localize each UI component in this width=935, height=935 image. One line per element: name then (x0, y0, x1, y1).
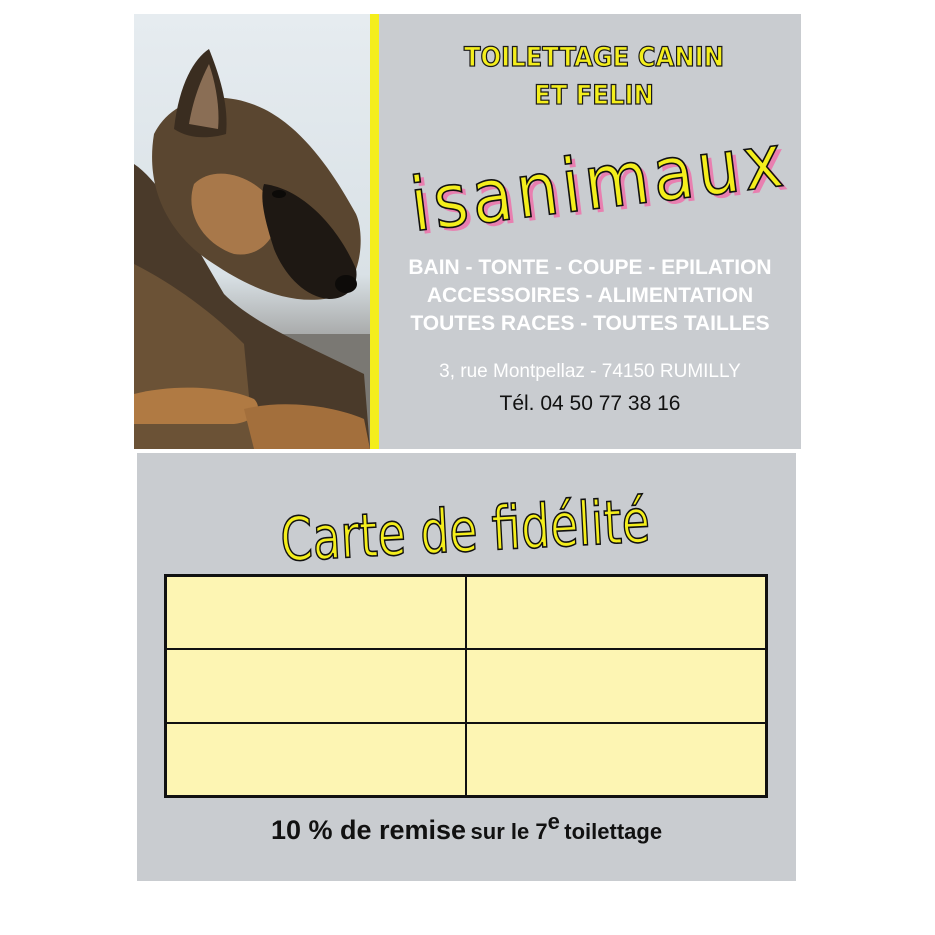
shop-address: 3, rue Montpellaz - 74150 RUMILLY (439, 361, 741, 382)
business-card-front: TOILETTAGE CANIN ET FELIN isanimaux isan… (134, 14, 801, 449)
shop-phone: Tél. 04 50 77 38 16 (499, 392, 681, 415)
services-line-3: TOUTES RACES - TOUTES TAILLES (410, 312, 770, 335)
stamp-cell (466, 576, 766, 650)
loyalty-card-back: Carte de fidélité 10 % de remise sur le … (137, 453, 796, 881)
stamp-grid (164, 574, 768, 798)
discount-main: 10 % de remise (270, 815, 467, 845)
discount-end: toilettage (564, 819, 663, 844)
yellow-divider (370, 14, 379, 449)
stamp-cell (466, 649, 766, 723)
shop-title-line2: ET FELIN (534, 79, 655, 111)
stamp-cell (166, 576, 466, 650)
discount-offer: 10 % de remise sur le 7e toilettage (137, 809, 796, 846)
loyalty-title: Carte de fidélité (279, 487, 652, 565)
stamp-cell (466, 722, 766, 796)
services-line-1: BAIN - TONTE - COUPE - EPILATION (408, 256, 772, 279)
shop-title-line1: TOILETTAGE CANIN (463, 41, 725, 73)
dog-photo (134, 14, 370, 449)
brand-logo: isanimaux isanimaux (405, 117, 796, 253)
services-line-2: ACCESSOIRES - ALIMENTATION (426, 284, 754, 307)
stamp-cell (166, 722, 466, 796)
loyalty-title-wrap: Carte de fidélité (137, 485, 796, 577)
stamp-cell (166, 649, 466, 723)
discount-sup: e (547, 809, 560, 834)
discount-rest: sur le 7 (470, 819, 548, 844)
dog-illustration-icon (134, 49, 370, 449)
